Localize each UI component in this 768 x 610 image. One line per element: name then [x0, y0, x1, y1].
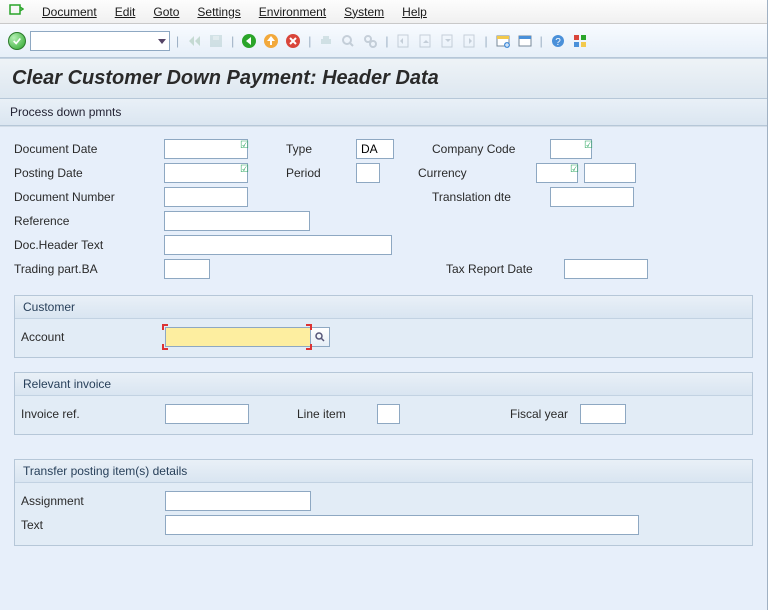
command-field[interactable]	[30, 31, 170, 51]
label-translation-dte: Translation dte	[432, 190, 550, 204]
menubar: Document Edit Goto Settings Environment …	[0, 0, 767, 24]
process-down-pmnts-button[interactable]: Process down pmnts	[10, 105, 121, 119]
application-toolbar: Process down pmnts	[0, 99, 767, 126]
layout-icon[interactable]	[516, 32, 534, 50]
customer-group-title: Customer	[15, 296, 752, 319]
translation-dte-field[interactable]	[550, 187, 634, 207]
customer-group: Customer Account	[14, 295, 753, 358]
transfer-posting-title: Transfer posting item(s) details	[15, 460, 752, 483]
label-fiscal-year: Fiscal year	[510, 407, 580, 421]
label-document-number: Document Number	[14, 190, 164, 204]
label-assignment: Assignment	[21, 494, 165, 508]
label-trading-part-ba: Trading part.BA	[14, 262, 164, 276]
menu-dropdown-icon[interactable]	[8, 2, 24, 21]
label-company-code: Company Code	[432, 142, 550, 156]
label-currency: Currency	[418, 166, 536, 180]
back-double-icon[interactable]	[185, 32, 203, 50]
period-field[interactable]	[356, 163, 380, 183]
toolbar: | | | | | | ?	[0, 24, 767, 58]
menu-document[interactable]: Document	[42, 5, 97, 19]
customize-icon[interactable]	[571, 32, 589, 50]
text-field[interactable]	[165, 515, 639, 535]
print-icon[interactable]	[317, 32, 335, 50]
label-document-date: Document Date	[14, 142, 164, 156]
next-page-icon[interactable]	[439, 32, 457, 50]
exchange-rate-field[interactable]	[584, 163, 636, 183]
tax-report-date-field[interactable]	[564, 259, 648, 279]
label-doc-header-text: Doc.Header Text	[14, 238, 164, 252]
doc-header-text-field[interactable]	[164, 235, 392, 255]
menu-edit[interactable]: Edit	[115, 5, 136, 19]
prev-page-icon[interactable]	[417, 32, 435, 50]
find-next-icon[interactable]	[361, 32, 379, 50]
document-date-field[interactable]	[164, 139, 248, 159]
account-search-help-button[interactable]	[310, 327, 330, 347]
label-posting-date: Posting Date	[14, 166, 164, 180]
transfer-posting-group: Transfer posting item(s) details Assignm…	[14, 459, 753, 546]
form-area: Document Date ☑ Type Company Code ☑ Post…	[0, 126, 767, 610]
relevant-invoice-title: Relevant invoice	[15, 373, 752, 396]
label-reference: Reference	[14, 214, 164, 228]
company-code-field[interactable]	[550, 139, 592, 159]
page-title: Clear Customer Down Payment: Header Data	[12, 67, 755, 90]
trading-part-ba-field[interactable]	[164, 259, 210, 279]
save-icon[interactable]	[207, 32, 225, 50]
menu-help[interactable]: Help	[402, 5, 427, 19]
back-icon[interactable]	[240, 32, 258, 50]
exit-icon[interactable]	[262, 32, 280, 50]
fiscal-year-field[interactable]	[580, 404, 626, 424]
menu-settings[interactable]: Settings	[197, 5, 240, 19]
new-session-icon[interactable]	[494, 32, 512, 50]
first-page-icon[interactable]	[395, 32, 413, 50]
label-period: Period	[286, 166, 356, 180]
label-tax-report-date: Tax Report Date	[446, 262, 564, 276]
document-number-field[interactable]	[164, 187, 248, 207]
label-line-item: Line item	[297, 407, 377, 421]
enter-button[interactable]	[8, 32, 26, 50]
posting-date-field[interactable]	[164, 163, 248, 183]
help-icon[interactable]: ?	[549, 32, 567, 50]
find-icon[interactable]	[339, 32, 357, 50]
relevant-invoice-group: Relevant invoice Invoice ref. Line item …	[14, 372, 753, 435]
reference-field[interactable]	[164, 211, 310, 231]
title-bar: Clear Customer Down Payment: Header Data	[0, 58, 767, 99]
menu-goto[interactable]: Goto	[153, 5, 179, 19]
cancel-icon[interactable]	[284, 32, 302, 50]
label-text: Text	[21, 518, 165, 532]
svg-text:?: ?	[555, 37, 561, 48]
label-invoice-ref: Invoice ref.	[21, 407, 165, 421]
invoice-ref-field[interactable]	[165, 404, 249, 424]
menu-environment[interactable]: Environment	[259, 5, 326, 19]
last-page-icon[interactable]	[461, 32, 479, 50]
type-field[interactable]	[356, 139, 394, 159]
label-type: Type	[286, 142, 356, 156]
label-account: Account	[21, 330, 165, 344]
menu-system[interactable]: System	[344, 5, 384, 19]
currency-field[interactable]	[536, 163, 578, 183]
assignment-field[interactable]	[165, 491, 311, 511]
account-field[interactable]	[165, 327, 311, 347]
line-item-field[interactable]	[377, 404, 400, 424]
